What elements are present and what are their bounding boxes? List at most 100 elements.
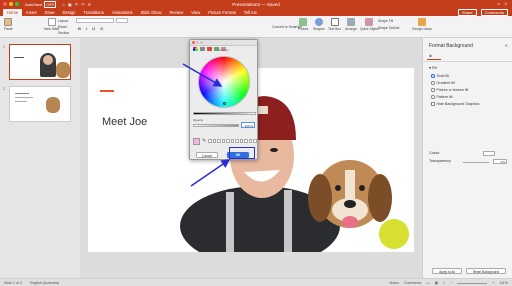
- swatch-slot[interactable]: [235, 139, 239, 143]
- comments-status-button[interactable]: Comments: [404, 281, 421, 285]
- colour-wheel-marker[interactable]: [223, 102, 226, 105]
- notes-button[interactable]: Notes: [390, 281, 399, 285]
- dialog-minimize-button[interactable]: [196, 41, 199, 44]
- backpack-strap: [284, 190, 292, 252]
- slide-title[interactable]: Meet Joe: [102, 116, 147, 128]
- slide-thumbnail-1[interactable]: [9, 44, 71, 80]
- cancel-button[interactable]: Cancel: [196, 152, 218, 158]
- swatch-slot[interactable]: [244, 139, 248, 143]
- reset-button[interactable]: Reset: [58, 25, 67, 29]
- tab-review[interactable]: Review: [165, 9, 187, 16]
- dialog-close-button[interactable]: [192, 41, 195, 44]
- thumb-text-line: [15, 101, 27, 102]
- apply-to-all-button[interactable]: Apply to All: [432, 268, 462, 274]
- opacity-value-field[interactable]: 100 %: [241, 122, 255, 128]
- zoom-out-icon[interactable]: −: [450, 281, 452, 285]
- normal-view-icon[interactable]: ▭: [426, 281, 429, 285]
- language-indicator[interactable]: English (Australia): [30, 281, 59, 285]
- current-colour-swatch[interactable]: [193, 138, 200, 145]
- shape-fill-button[interactable]: Shape Fill: [378, 19, 393, 23]
- quick-access-icons[interactable]: ⌂ ▣ ↶ ↷ ⟳: [62, 2, 92, 7]
- layout-button[interactable]: Layout: [58, 19, 68, 23]
- reading-view-icon[interactable]: ▯: [443, 281, 445, 285]
- shapes-button[interactable]: Shapes: [313, 18, 325, 31]
- opacity-slider[interactable]: [193, 124, 239, 127]
- reset-background-button[interactable]: Reset Background: [466, 268, 506, 274]
- section-button[interactable]: Section: [58, 31, 69, 35]
- share-button[interactable]: Share: [457, 9, 477, 16]
- picture-button[interactable]: Picture: [298, 18, 309, 31]
- eyedropper-icon[interactable]: ✎: [202, 138, 206, 145]
- swatch-slot[interactable]: [212, 139, 216, 143]
- swatch-slot[interactable]: [217, 139, 221, 143]
- transparency-slider[interactable]: [463, 162, 489, 163]
- picture-fill-option[interactable]: Picture or texture fill: [431, 88, 468, 92]
- design-ideas-button[interactable]: Design Ideas: [412, 18, 432, 31]
- zoom-in-icon[interactable]: +: [492, 281, 494, 285]
- radio-icon: [431, 95, 435, 99]
- search-icon[interactable]: ⌕: [498, 1, 500, 6]
- tab-picture-format[interactable]: Picture Format: [204, 9, 239, 16]
- swatch-slot[interactable]: [230, 139, 234, 143]
- status-bar: Slide 1 of 2 English (Australia) Notes C…: [0, 278, 512, 286]
- new-slide-button[interactable]: New Slide: [44, 18, 59, 31]
- tabs-right: Share Comments: [457, 9, 508, 16]
- tab-home[interactable]: Home: [3, 9, 23, 16]
- swatch-slot[interactable]: [248, 139, 252, 143]
- close-window-button[interactable]: [3, 2, 7, 6]
- sliders-mode-icon[interactable]: [200, 47, 205, 51]
- tab-transitions[interactable]: Transitions: [79, 9, 107, 16]
- swatch-slot[interactable]: [253, 139, 257, 143]
- swatch-slot[interactable]: [239, 139, 243, 143]
- text-format-icons[interactable]: B I U S: [78, 26, 105, 31]
- comments-button[interactable]: Comments: [480, 9, 508, 16]
- swatch-slot[interactable]: [208, 139, 212, 143]
- fill-section-header[interactable]: ▾ Fill: [429, 65, 437, 70]
- shapes-icon: [314, 18, 323, 26]
- arrange-button[interactable]: Arrange: [345, 18, 357, 31]
- tab-animations[interactable]: Animations: [108, 9, 137, 16]
- palettes-mode-icon[interactable]: [207, 47, 212, 51]
- tab-design[interactable]: Design: [58, 9, 79, 16]
- paste-label: Paste: [4, 27, 13, 31]
- solid-fill-option[interactable]: Solid fill: [431, 74, 449, 78]
- tab-view[interactable]: View: [187, 9, 204, 16]
- close-icon[interactable]: ✕: [505, 43, 508, 48]
- colour-wheel-mode-icon[interactable]: [193, 47, 198, 51]
- pane-fill-tab[interactable]: ◈: [429, 53, 432, 58]
- tab-slide-show[interactable]: Slide Show: [137, 9, 166, 16]
- gradient-fill-option[interactable]: Gradient fill: [431, 81, 455, 85]
- colour-label: Colour: [429, 151, 440, 155]
- font-name-field[interactable]: [76, 18, 114, 23]
- zoom-window-button[interactable]: [15, 2, 19, 6]
- tab-draw[interactable]: Draw: [41, 9, 59, 16]
- dialog-header: [190, 40, 257, 46]
- user-icon[interactable]: ☺: [504, 1, 508, 6]
- arrange-label: Arrange: [345, 27, 358, 31]
- autosave-toggle[interactable]: OFF: [44, 0, 57, 8]
- slide-thumbnail-2[interactable]: [9, 86, 71, 122]
- paste-button[interactable]: Paste: [4, 18, 13, 31]
- thumb-dog-image: [46, 97, 60, 113]
- shape-outline-button[interactable]: Shape Outline: [378, 26, 400, 30]
- minimize-window-button[interactable]: [9, 2, 13, 6]
- swatch-slot[interactable]: [221, 139, 225, 143]
- text-box-button[interactable]: Text Box: [328, 18, 341, 31]
- transparency-value-field[interactable]: 0%: [493, 159, 507, 164]
- font-size-field[interactable]: [116, 18, 128, 23]
- tab-insert[interactable]: Insert: [22, 9, 40, 16]
- colour-wheel[interactable]: [198, 56, 250, 108]
- hide-graphics-option[interactable]: Hide Background Graphics: [431, 102, 479, 106]
- colour-picker-button[interactable]: [483, 151, 495, 156]
- zoom-level[interactable]: 111%: [499, 281, 508, 285]
- quick-styles-button[interactable]: Quick Styles: [360, 18, 379, 31]
- zoom-slider[interactable]: [457, 282, 488, 284]
- swatch-slot[interactable]: [226, 139, 230, 143]
- brightness-slider[interactable]: [193, 112, 256, 115]
- dialog-zoom-button[interactable]: [200, 41, 203, 44]
- tab-tell-me[interactable]: Tell me: [240, 9, 261, 16]
- checkbox-icon: [431, 102, 435, 106]
- pattern-fill-option[interactable]: Pattern fill: [431, 95, 452, 99]
- radio-icon: [431, 81, 435, 85]
- sorter-view-icon[interactable]: ▦: [435, 281, 438, 285]
